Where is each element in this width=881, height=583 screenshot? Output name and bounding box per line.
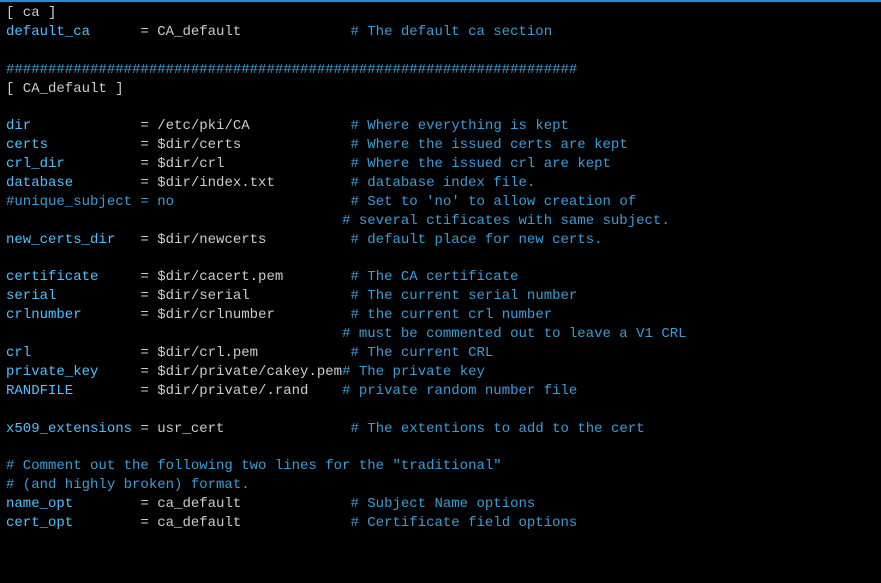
comment: # The default ca section — [350, 24, 552, 40]
config-key: serial — [6, 288, 56, 304]
config-line: [ CA_default ] — [6, 80, 875, 99]
config-line: # several ctificates with same subject. — [6, 212, 875, 231]
config-key: certs — [6, 137, 48, 153]
config-key: RANDFILE — [6, 383, 73, 399]
config-key: dir — [6, 118, 31, 134]
config-key: cert_opt — [6, 515, 73, 531]
config-line: #unique_subject = no # Set to 'no' to al… — [6, 193, 875, 212]
config-line: [ ca ] — [6, 4, 875, 23]
comment: # Where the issued crl are kept — [350, 156, 610, 172]
comment-line: # Comment out the following two lines fo… — [6, 458, 502, 474]
comment: # Where the issued certs are kept — [350, 137, 627, 153]
comment-line: # (and highly broken) format. — [6, 477, 250, 493]
config-line: x509_extensions = usr_cert # The extenti… — [6, 420, 875, 439]
config-key: crlnumber — [6, 307, 82, 323]
config-key: certificate — [6, 269, 98, 285]
config-value: /etc/pki/CA — [157, 118, 249, 134]
commented-value: no — [157, 194, 174, 210]
section-header: [ ca ] — [6, 5, 56, 21]
config-line: private_key = $dir/private/cakey.pem# Th… — [6, 363, 875, 382]
config-line — [6, 98, 875, 117]
comment: # Subject Name options — [350, 496, 535, 512]
config-line: # Comment out the following two lines fo… — [6, 457, 875, 476]
config-value: $dir/serial — [157, 288, 249, 304]
config-editor-view[interactable]: [ ca ] default_ca = CA_default # The defa… — [0, 2, 881, 539]
config-value: $dir/cacert.pem — [157, 269, 283, 285]
section-header: [ CA_default ] — [6, 81, 124, 97]
comment: # must be commented out to leave a V1 CR… — [342, 326, 686, 342]
config-line — [6, 42, 875, 61]
config-line: crlnumber = $dir/crlnumber # the current… — [6, 306, 875, 325]
config-line: dir = /etc/pki/CA # Where everything is … — [6, 117, 875, 136]
config-line: crl_dir = $dir/crl # Where the issued cr… — [6, 155, 875, 174]
config-key: name_opt — [6, 496, 73, 512]
comment: # database index file. — [350, 175, 535, 191]
comment-line: ########################################… — [6, 62, 577, 78]
config-key: x509_extensions — [6, 421, 132, 437]
config-line: certs = $dir/certs # Where the issued ce… — [6, 136, 875, 155]
comment: # the current crl number — [351, 307, 553, 323]
config-line — [6, 438, 875, 457]
config-value: $dir/crl.pem — [157, 345, 258, 361]
comment: # The current CRL — [351, 345, 494, 361]
config-key: crl — [6, 345, 31, 361]
config-line: # must be commented out to leave a V1 CR… — [6, 325, 875, 344]
config-value: ca_default — [157, 496, 241, 512]
config-value: ca_default — [157, 515, 241, 531]
config-key: crl_dir — [6, 156, 65, 172]
config-line: # (and highly broken) format. — [6, 476, 875, 495]
config-line: name_opt = ca_default # Subject Name opt… — [6, 495, 875, 514]
comment: # private random number file — [342, 383, 577, 399]
config-line: database = $dir/index.txt # database ind… — [6, 174, 875, 193]
config-line: RANDFILE = $dir/private/.rand # private … — [6, 382, 875, 401]
config-value: $dir/private/cakey.pem — [157, 364, 342, 380]
comment: # The current serial number — [351, 288, 578, 304]
config-line: crl = $dir/crl.pem # The current CRL — [6, 344, 875, 363]
comment: # The CA certificate — [350, 269, 518, 285]
config-value: $dir/index.txt — [157, 175, 275, 191]
config-line: ########################################… — [6, 61, 875, 80]
config-line: certificate = $dir/cacert.pem # The CA c… — [6, 268, 875, 287]
comment: # Certificate field options — [350, 515, 577, 531]
config-line — [6, 250, 875, 269]
config-key: database — [6, 175, 73, 191]
config-line: new_certs_dir = $dir/newcerts # default … — [6, 231, 875, 250]
config-key: default_ca — [6, 24, 90, 40]
config-value: $dir/crlnumber — [157, 307, 275, 323]
config-value: $dir/private/.rand — [157, 383, 308, 399]
config-value: $dir/crl — [157, 156, 224, 172]
config-value: $dir/newcerts — [157, 232, 266, 248]
comment: # several ctificates with same subject. — [342, 213, 670, 229]
config-line — [6, 401, 875, 420]
comment: # Where everything is kept — [351, 118, 569, 134]
comment: # The private key — [342, 364, 485, 380]
config-value: usr_cert — [157, 421, 224, 437]
config-line: cert_opt = ca_default # Certificate fiel… — [6, 514, 875, 533]
comment: # The extentions to add to the cert — [351, 421, 645, 437]
comment: # Set to 'no' to allow creation of — [351, 194, 637, 210]
config-value: $dir/certs — [157, 137, 241, 153]
config-key: new_certs_dir — [6, 232, 115, 248]
comment: # default place for new certs. — [350, 232, 602, 248]
config-line: serial = $dir/serial # The current seria… — [6, 287, 875, 306]
config-key: private_key — [6, 364, 98, 380]
commented-key: #unique_subject — [6, 194, 132, 210]
config-value: CA_default — [157, 24, 241, 40]
config-line: default_ca = CA_default # The default ca… — [6, 23, 875, 42]
